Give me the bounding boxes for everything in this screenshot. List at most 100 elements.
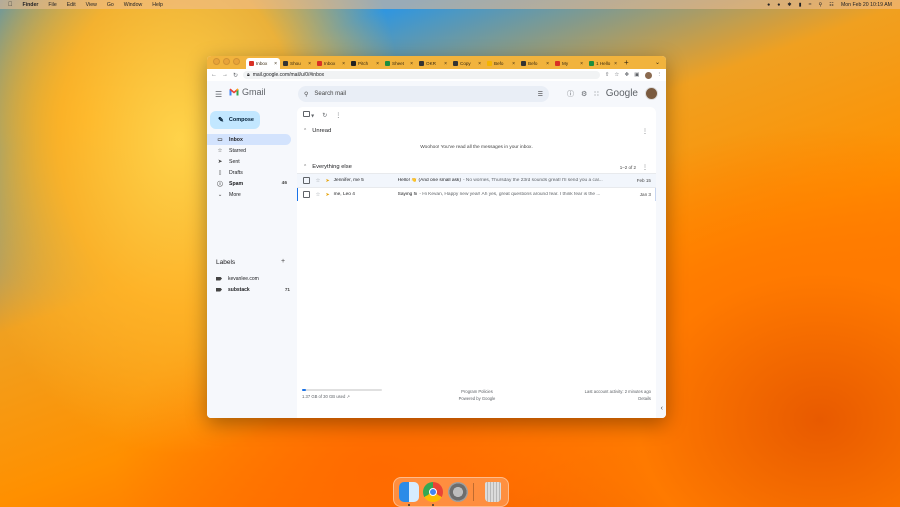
profile-avatar[interactable] (644, 71, 652, 79)
sidebar-item-inbox[interactable]: ▭ Inbox (207, 134, 291, 145)
close-window-button[interactable] (213, 58, 220, 65)
close-tab-icon[interactable]: × (444, 61, 447, 67)
status-icon[interactable]: ● (767, 2, 770, 8)
minimize-window-button[interactable] (223, 58, 230, 65)
tab-title: Befo (494, 61, 504, 66)
apps-grid-icon[interactable]: ∷ (594, 90, 598, 98)
close-tab-icon[interactable]: × (308, 61, 311, 67)
close-tab-icon[interactable]: × (376, 61, 379, 67)
close-tab-icon[interactable]: × (478, 61, 481, 67)
battery-icon[interactable]: ▮ (799, 2, 802, 8)
label-item[interactable]: substack 71 (216, 285, 290, 294)
help-icon[interactable]: ⓘ (567, 89, 574, 99)
external-link-icon[interactable]: ↗ (346, 394, 350, 399)
sidebar-item-label: Drafts (229, 169, 243, 176)
collapse-chevron-icon[interactable]: ⌃ (303, 128, 307, 134)
forward-icon[interactable]: → (222, 72, 228, 78)
main-menu-icon[interactable]: ☰ (215, 90, 222, 99)
trash-icon[interactable] (485, 482, 501, 502)
finder-icon[interactable] (399, 482, 419, 502)
section-options-icon[interactable]: ⋮ (642, 128, 648, 135)
close-tab-icon[interactable]: × (342, 61, 345, 67)
search-mail-box[interactable]: ⚲ Search mail ☰ (298, 86, 549, 102)
close-tab-icon[interactable]: × (512, 61, 515, 67)
chrome-icon[interactable] (423, 482, 443, 502)
apple-menu-icon[interactable]:  (8, 2, 13, 8)
sidebar-item-spam[interactable]: ⓘ Spam 46 (207, 178, 291, 189)
settings-gear-icon[interactable]: ⚙ (581, 90, 587, 98)
menu-go[interactable]: Go (107, 2, 114, 8)
search-input[interactable]: Search mail (314, 91, 531, 97)
browser-tab[interactable]: Copy × (450, 58, 484, 69)
more-actions-icon[interactable]: ⋮ (335, 112, 341, 119)
app-menu[interactable]: Finder (23, 2, 39, 8)
sidebar-item-drafts[interactable]: ▯ Drafts (207, 167, 291, 178)
collapse-chevron-icon[interactable]: ⌃ (303, 164, 307, 170)
gmail-logo[interactable]: Gmail (229, 87, 266, 97)
tab-search-icon[interactable]: ⌄ (655, 59, 660, 66)
close-tab-icon[interactable]: × (546, 61, 549, 67)
browser-tab[interactable]: Pitch × (348, 58, 382, 69)
browser-tab[interactable]: Inbox × (246, 58, 280, 69)
wifi-icon[interactable]: ≈ (809, 2, 812, 8)
menu-view[interactable]: View (86, 2, 97, 8)
browser-tab[interactable]: My × (552, 58, 586, 69)
account-avatar[interactable] (645, 87, 658, 100)
extensions-icon[interactable]: ❖ (624, 72, 629, 78)
star-icon[interactable]: ☆ (316, 178, 321, 184)
sidebar-item-more[interactable]: ⌄ More (207, 189, 291, 200)
row-checkbox[interactable] (303, 177, 310, 184)
browser-tab[interactable]: Shou × (280, 58, 314, 69)
important-marker-icon[interactable]: ➤ (325, 178, 329, 184)
browser-tab[interactable]: 1 Hello × (586, 58, 620, 69)
search-icon[interactable]: ⚲ (818, 2, 822, 8)
back-icon[interactable]: ← (211, 72, 217, 78)
system-settings-icon[interactable] (448, 482, 468, 502)
compose-button[interactable]: ✎ Compose (210, 111, 260, 129)
email-row[interactable]: ☆ ➤ me, Leo 4 Saying hi - Hi Kevan, Happy n… (297, 187, 656, 201)
section-options-icon[interactable]: ⋮ (642, 164, 648, 171)
section-unread[interactable]: ⌃ Unread ⋮ (297, 125, 656, 137)
google-account-text[interactable]: Google (606, 88, 638, 99)
sidepanel-icon[interactable]: ▣ (634, 72, 639, 78)
sidebar-item-starred[interactable]: ☆ Starred (207, 145, 291, 156)
refresh-icon[interactable]: ↻ (322, 112, 327, 119)
close-tab-icon[interactable]: × (614, 61, 617, 67)
hide-side-panel-icon[interactable]: ‹ (661, 405, 663, 412)
label-item[interactable]: kevanlee.com (216, 274, 290, 283)
row-checkbox[interactable] (303, 191, 310, 198)
browser-tab[interactable]: Befo × (518, 58, 552, 69)
new-tab-button[interactable]: + (620, 58, 633, 69)
important-marker-icon[interactable]: ➤ (325, 192, 329, 198)
details-link[interactable]: Details (585, 396, 651, 403)
browser-tab[interactable]: Sheet × (382, 58, 416, 69)
kebab-menu-icon[interactable]: ⋮ (657, 72, 663, 78)
search-icon[interactable]: ⚲ (304, 91, 308, 98)
zoom-window-button[interactable] (233, 58, 240, 65)
select-all-checkbox[interactable]: ▾ (303, 110, 314, 119)
browser-tab[interactable]: OKR × (416, 58, 450, 69)
sidebar-item-sent[interactable]: ➤ Sent (207, 156, 291, 167)
star-icon[interactable]: ☆ (316, 192, 321, 198)
menu-edit[interactable]: Edit (67, 2, 76, 8)
url-bar[interactable]: 🔒︎ mail.google.com/mail/u/0/#inbox (243, 71, 600, 79)
bluetooth-icon[interactable]: ✱ (787, 2, 791, 8)
search-options-icon[interactable]: ☰ (538, 91, 543, 98)
browser-tab[interactable]: Inbox × (314, 58, 348, 69)
close-tab-icon[interactable]: × (580, 61, 583, 67)
menu-help[interactable]: Help (152, 2, 163, 8)
bookmark-star-icon[interactable]: ☆ (614, 72, 619, 78)
section-everything-else[interactable]: ⌃ Everything else 1–2 of 2 ⋮ (297, 161, 656, 173)
reload-icon[interactable]: ↻ (233, 72, 238, 79)
close-tab-icon[interactable]: × (274, 61, 277, 67)
status-icon[interactable]: ● (777, 2, 780, 8)
menu-file[interactable]: File (48, 2, 56, 8)
control-center-icon[interactable]: ☷ (829, 2, 834, 8)
browser-tab[interactable]: Befo × (484, 58, 518, 69)
email-row[interactable]: ☆ ➤ Jennifer, me 5 Hello! 👋 (And one small … (297, 173, 656, 187)
share-icon[interactable]: ⇧ (605, 72, 610, 78)
create-label-icon[interactable]: + (281, 258, 285, 265)
close-tab-icon[interactable]: × (410, 61, 413, 67)
menu-window[interactable]: Window (124, 2, 142, 8)
clock[interactable]: Mon Feb 20 10:19 AM (841, 2, 892, 8)
